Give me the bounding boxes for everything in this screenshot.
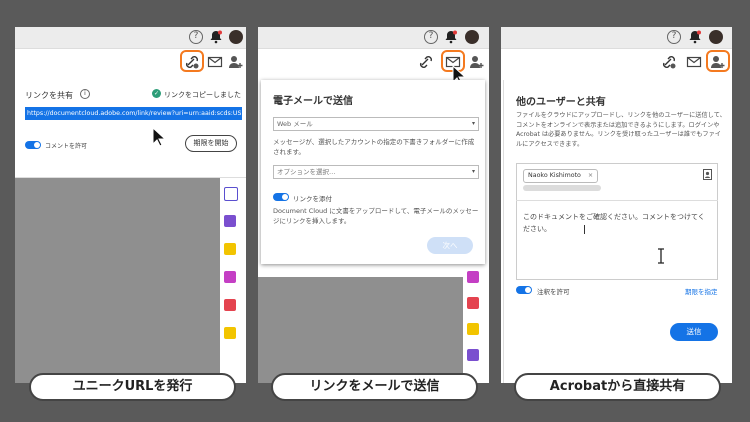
url-text: https://documentcloud.adobe.com/link/rev… [26, 108, 242, 119]
url-field[interactable]: https://documentcloud.adobe.com/link/rev… [25, 107, 242, 120]
link-share-icon[interactable] [184, 54, 200, 70]
notification-bell-icon[interactable] [688, 30, 702, 44]
option-select[interactable]: オプションを選択… ▾ [273, 165, 479, 179]
add-user-icon[interactable] [469, 54, 485, 70]
attach-link-toggle[interactable] [273, 193, 289, 201]
email-icon[interactable] [207, 54, 223, 70]
deadline-link[interactable]: 期限を指定 [685, 286, 718, 296]
info-icon: i [80, 89, 90, 99]
allow-comments-toggle[interactable] [516, 286, 532, 294]
top-bar: ? [258, 27, 489, 49]
recipient-chip[interactable]: Naoko Kishimoto × [523, 169, 599, 183]
text-caret [584, 225, 585, 234]
blurred-email [523, 185, 601, 191]
check-icon: ✓ [152, 89, 161, 98]
card-title: 他のユーザーと共有 [516, 97, 606, 108]
top-bar: ? [15, 27, 246, 49]
ibeam-cursor [658, 248, 664, 264]
export-icon [467, 271, 479, 283]
comment-allow-toggle[interactable] [25, 141, 41, 149]
card-title: 電子メールで送信 [273, 96, 353, 107]
email-icon[interactable] [686, 54, 702, 70]
webmail-value: Web メール [277, 120, 313, 128]
panel-direct-share: ? 他のユーザーと共有 ファイルをクラウドにアップロードし、リンクを他のユーザー… [501, 27, 732, 383]
pdf-icon [224, 271, 236, 283]
pen-icon [224, 215, 236, 227]
attach-link-label: リンクを添付 [293, 195, 332, 203]
address-book-icon[interactable] [703, 169, 712, 180]
deadline-button[interactable]: 期限を開始 [185, 135, 237, 152]
help-icon[interactable]: ? [424, 30, 438, 44]
export-icon [224, 299, 236, 311]
share-description: ファイルをクラウドにアップロードし、リンクを他のユーザーに送信して、コメントをオ… [516, 112, 726, 148]
tools-rail [220, 177, 246, 383]
remove-chip-icon[interactable]: × [588, 172, 593, 179]
document-area [258, 277, 463, 383]
tools-rail [501, 327, 503, 383]
help-icon[interactable]: ? [667, 30, 681, 44]
comment-icon [224, 243, 236, 255]
avatar[interactable] [709, 30, 723, 44]
chevron-down-icon: ▾ [471, 120, 475, 127]
add-user-icon[interactable] [228, 54, 244, 70]
panel-share-link: ? リンクを共有 i ✓ リンクをコピーしました https://documen… [15, 27, 246, 383]
edit-icon [467, 297, 479, 309]
share-icon-row [501, 48, 732, 76]
form-icon [467, 349, 479, 361]
webmail-select[interactable]: Web メール ▾ [273, 117, 479, 131]
email-send-card: 電子メールで送信 Web メール ▾ メッセージが、選択したアカウントの指定の下書… [261, 80, 485, 264]
upload-note: Document Cloud に文書をアップロードして、電子メールのメッセージに… [273, 207, 479, 225]
divider [516, 200, 718, 201]
share-heading: リンクを共有 [25, 91, 73, 100]
chevron-down-icon: ▾ [471, 168, 475, 175]
draft-description: メッセージが、選択したアカウントの指定の下書きフォルダーに作成されます。 [273, 138, 475, 156]
top-bar: ? [501, 27, 732, 49]
edit-icon [224, 327, 236, 339]
caption-direct-share: Acrobatから直接共有 [514, 373, 721, 401]
panel-email-link: ? 電子メールで送信 Web メール ▾ メッセージが、選択したアカウントの指定の… [258, 27, 489, 383]
notification-bell-icon[interactable] [209, 30, 223, 44]
share-link-card: リンクを共有 i ✓ リンクをコピーしました https://documentc… [15, 77, 246, 178]
add-user-icon[interactable] [710, 54, 726, 70]
caption-email-link: リンクをメールで送信 [271, 373, 478, 401]
copied-status: リンクをコピーしました [164, 91, 241, 99]
organize-icon [467, 323, 479, 335]
message-field[interactable]: このドキュメントをご確認ください。コメントをつけてください。 [523, 211, 711, 235]
link-share-icon[interactable] [661, 54, 677, 70]
direct-share-card: 他のユーザーと共有 ファイルをクラウドにアップロードし、リンクを他のユーザーに送… [503, 80, 730, 383]
notification-bell-icon[interactable] [444, 30, 458, 44]
avatar[interactable] [229, 30, 243, 44]
recipient-name: Naoko Kishimoto [528, 172, 581, 179]
mouse-cursor [152, 127, 166, 147]
share-icon-row [15, 48, 246, 76]
shield-icon [224, 187, 238, 201]
link-share-icon[interactable] [418, 54, 434, 70]
next-button[interactable]: 次へ [427, 237, 473, 254]
help-icon[interactable]: ? [189, 30, 203, 44]
option-value: オプションを選択… [277, 168, 336, 176]
avatar[interactable] [465, 30, 479, 44]
document-area [15, 177, 220, 383]
comment-allow-label: コメントを許可 [45, 143, 88, 150]
send-button[interactable]: 送信 [670, 323, 718, 341]
caption-unique-url: ユニークURLを発行 [29, 373, 236, 401]
allow-comments-label: 注釈を許可 [537, 288, 570, 296]
